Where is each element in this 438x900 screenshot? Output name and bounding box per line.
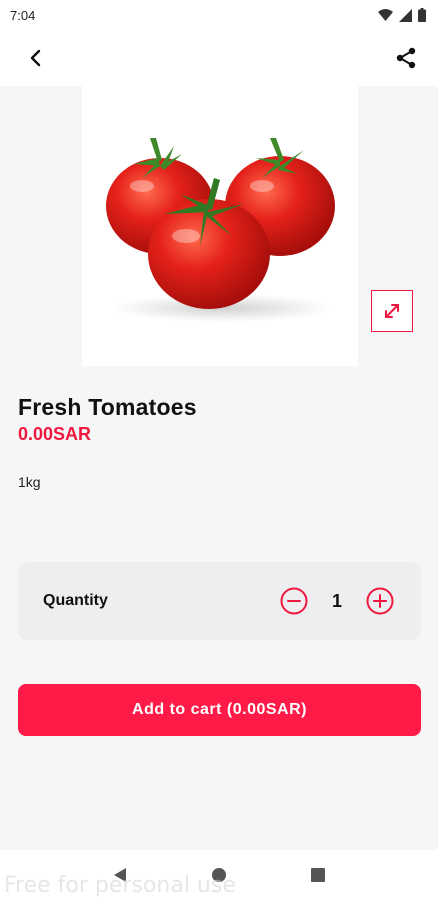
product-price: 0.00SAR <box>18 424 92 444</box>
nav-back-button[interactable] <box>105 860 135 890</box>
share-icon <box>396 47 416 69</box>
home-circle-icon <box>211 868 226 882</box>
signal-icon <box>399 8 412 22</box>
minus-circle-icon <box>280 587 308 615</box>
quantity-value: 1 <box>331 590 342 611</box>
status-bar: 7:04 <box>0 0 438 30</box>
wifi-icon <box>378 9 393 21</box>
app-bar <box>0 30 438 86</box>
back-arrow-icon <box>30 49 41 67</box>
expand-icon <box>385 304 399 318</box>
quantity-label: Quantity <box>43 592 108 609</box>
battery-icon <box>418 8 426 22</box>
expand-image-button[interactable] <box>371 290 413 332</box>
share-button[interactable] <box>390 42 422 74</box>
recents-square-icon <box>311 868 326 882</box>
decrease-quantity-button[interactable] <box>279 586 309 616</box>
system-nav-bar <box>0 850 438 900</box>
product-image[interactable] <box>82 86 358 366</box>
product-weight: 1kg <box>18 474 41 490</box>
status-time: 7:04 <box>10 7 36 23</box>
nav-recents-button[interactable] <box>303 860 333 890</box>
back-button[interactable] <box>20 42 52 74</box>
plus-circle-icon <box>366 587 394 615</box>
add-to-cart-button[interactable]: Add to cart (0.00SAR) <box>18 684 421 736</box>
nav-home-button[interactable] <box>204 860 234 890</box>
quantity-card: Quantity 1 <box>18 562 421 640</box>
product-title: Fresh Tomatoes <box>18 394 197 420</box>
increase-quantity-button[interactable] <box>365 586 395 616</box>
status-icons <box>378 8 426 22</box>
quantity-stepper: 1 <box>279 586 395 616</box>
back-triangle-icon <box>113 868 126 882</box>
tomatoes-illustration <box>106 138 335 322</box>
